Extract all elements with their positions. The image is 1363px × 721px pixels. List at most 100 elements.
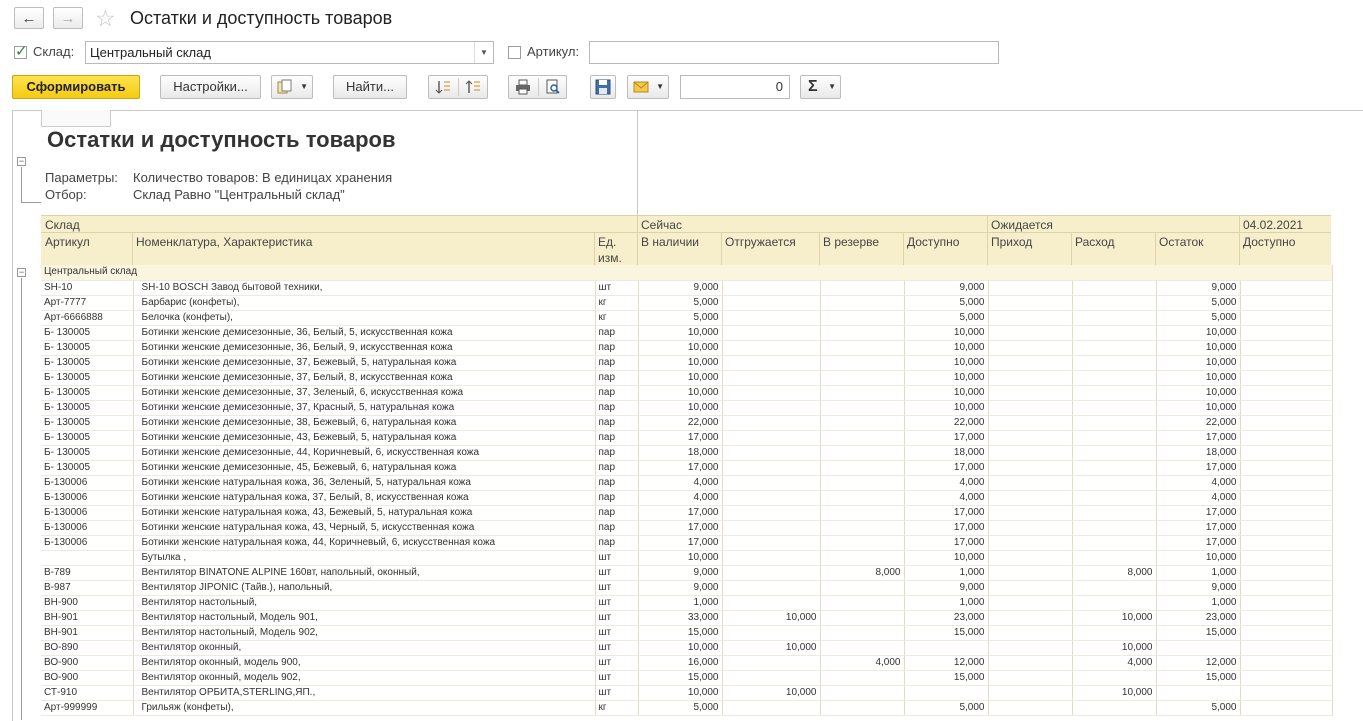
table-row[interactable]: Б- 130005 Ботинки женские демисезонные, 3…	[41, 400, 1333, 416]
cell-nomenclature: Ботинки женские демисезонные, 37, Красны…	[133, 400, 596, 416]
table-row[interactable]: SH-10 SH-10 BOSCH Завод бытовой техники, ш…	[41, 280, 1333, 296]
table-row[interactable]: ВН-900 Вентилятор настольный, шт 1,000 1,000…	[41, 595, 1333, 611]
table-row[interactable]: Арт-7777 Барбарис (конфеты), кг 5,000 5,000 5…	[41, 295, 1333, 311]
col-expected: Ожидается	[991, 218, 1053, 232]
col-nomenclature: Номенклатура, Характеристика	[136, 235, 313, 249]
cell-income	[988, 325, 1073, 341]
forward-button[interactable]: →	[53, 7, 83, 29]
table-row[interactable]: Б- 130005 Ботинки женские демисезонные, 3…	[41, 340, 1333, 356]
copy-document-icon	[277, 79, 292, 94]
collapse-group-icon[interactable]: −	[17, 268, 26, 277]
cell-expense	[1072, 700, 1157, 716]
table-row[interactable]: Б-130006 Ботинки женские натуральная кожа…	[41, 535, 1333, 551]
cell-date-accessible	[1240, 430, 1333, 446]
article-field[interactable]	[589, 41, 999, 64]
table-row[interactable]: ВО-900 Вентилятор оконный, модель 900, шт 1…	[41, 655, 1333, 671]
cell-reserve	[820, 670, 905, 686]
table-row[interactable]: В-789 Вентилятор BINATONE ALPINE 160вт, н…	[41, 565, 1333, 581]
cell-article: Б- 130005	[41, 415, 134, 431]
cell-unit: пар	[595, 475, 639, 491]
article-checkbox[interactable]	[508, 46, 521, 59]
table-row[interactable]: Б- 130005 Ботинки женские демисезонные, 3…	[41, 355, 1333, 371]
table-row[interactable]: Б- 130005 Ботинки женские демисезонные, 3…	[41, 370, 1333, 386]
cell-nomenclature: Бутылка ,	[133, 550, 596, 566]
table-row[interactable]: Б- 130005 Ботинки женские демисезонные, 3…	[41, 415, 1333, 431]
header-vline	[819, 232, 820, 265]
cell-available-now: 1,000	[638, 595, 723, 611]
sum-value-field[interactable]: 0	[680, 75, 790, 99]
cell-expense	[1072, 505, 1157, 521]
table-row[interactable]: Б-130006 Ботинки женские натуральная кожа…	[41, 520, 1333, 536]
params-label: Параметры:	[45, 170, 118, 185]
cell-available-now: 5,000	[638, 700, 723, 716]
cell-reserve	[820, 400, 905, 416]
table-row[interactable]: Б-130006 Ботинки женские натуральная кожа…	[41, 505, 1333, 521]
cell-date-accessible	[1240, 340, 1333, 356]
cell-income	[988, 355, 1073, 371]
back-button[interactable]: ←	[14, 7, 44, 29]
col-article: Артикул	[45, 235, 90, 249]
group-row[interactable]: Центральный склад	[41, 265, 1333, 281]
cell-balance: 18,000	[1156, 445, 1241, 461]
table-row[interactable]: Б-130006 Ботинки женские натуральная кожа…	[41, 475, 1333, 491]
table-row[interactable]: Б- 130005 Ботинки женские демисезонные, 3…	[41, 385, 1333, 401]
save-button[interactable]	[590, 75, 616, 99]
table-row[interactable]: В-987 Вентилятор JIPONIC (Тайв.), напольн…	[41, 580, 1333, 596]
cell-date-accessible	[1240, 370, 1333, 386]
sort-ascending-icon[interactable]	[435, 79, 451, 95]
cell-nomenclature: Вентилятор ОРБИТА,STERLING,ЯП.,	[133, 685, 596, 701]
table-row[interactable]: Арт-999999 Грильяж (конфеты), кг 5,000 5,000…	[41, 700, 1333, 716]
sum-menu-button[interactable]: Σ ▼	[800, 75, 841, 99]
cell-reserve	[820, 355, 905, 371]
table-row[interactable]: Б-130006 Ботинки женские натуральная кожа…	[41, 490, 1333, 506]
cell-expense: 10,000	[1072, 640, 1157, 656]
cell-reserve	[820, 460, 905, 476]
cell-date-accessible	[1240, 325, 1333, 341]
cell-expense	[1072, 625, 1157, 641]
variants-menu-button[interactable]: ▼	[271, 75, 313, 99]
warehouse-checkbox[interactable]: ✓	[14, 43, 28, 60]
cell-shipping	[722, 700, 821, 716]
generate-button[interactable]: Сформировать	[12, 75, 140, 99]
table-row[interactable]: Б- 130005 Ботинки женские демисезонные, 4…	[41, 445, 1333, 461]
cell-article: Б- 130005	[41, 385, 134, 401]
cell-expense	[1072, 550, 1157, 566]
send-email-button[interactable]: ▼	[627, 75, 669, 99]
print-buttons[interactable]	[508, 75, 567, 99]
table-row[interactable]: СТ-910 Вентилятор ОРБИТА,STERLING,ЯП., шт 1…	[41, 685, 1333, 701]
warehouse-field[interactable]: Центральный склад ▼	[85, 41, 494, 64]
printer-icon[interactable]	[515, 79, 531, 95]
cell-date-accessible	[1240, 460, 1333, 476]
cell-balance: 15,000	[1156, 670, 1241, 686]
collapse-header-icon[interactable]: −	[17, 157, 26, 166]
cell-date-accessible	[1240, 475, 1333, 491]
table-row[interactable]: Б- 130005 Ботинки женские демисезонные, 4…	[41, 430, 1333, 446]
favorite-star-icon[interactable]: ☆	[95, 4, 116, 32]
table-row[interactable]: ВН-901 Вентилятор настольный, Модель 901,…	[41, 610, 1333, 626]
chevron-down-icon[interactable]: ▼	[474, 42, 493, 63]
cell-income	[988, 340, 1073, 356]
cell-unit: шт	[595, 640, 639, 656]
cell-article: Б- 130005	[41, 370, 134, 386]
cell-accessible: 5,000	[904, 295, 989, 311]
table-row[interactable]: Б- 130005 Ботинки женские демисезонные, 4…	[41, 460, 1333, 476]
col-shipping: Отгружается	[725, 235, 796, 249]
sort-descending-icon[interactable]	[465, 79, 481, 95]
cell-unit: пар	[595, 535, 639, 551]
print-preview-icon[interactable]	[545, 79, 561, 95]
cell-shipping: 10,000	[722, 640, 821, 656]
cell-nomenclature: Барбарис (конфеты),	[133, 295, 596, 311]
cell-shipping	[722, 460, 821, 476]
find-button[interactable]: Найти...	[333, 75, 407, 99]
report-header-divider	[637, 110, 638, 215]
table-row[interactable]: ВО-890 Вентилятор оконный, шт 10,000 10,000 1…	[41, 640, 1333, 656]
table-row[interactable]: ВН-901 Вентилятор настольный, Модель 902,…	[41, 625, 1333, 641]
cell-balance	[1156, 685, 1241, 701]
table-row[interactable]: Б- 130005 Ботинки женские демисезонные, 3…	[41, 325, 1333, 341]
cell-reserve	[820, 370, 905, 386]
settings-button[interactable]: Настройки...	[160, 75, 261, 99]
table-row[interactable]: Бутылка , шт 10,000 10,000 10,000	[41, 550, 1333, 566]
table-row[interactable]: ВО-900 Вентилятор оконный, модель 902, шт 1…	[41, 670, 1333, 686]
sort-group-buttons[interactable]	[428, 75, 488, 99]
table-row[interactable]: Арт-6666888 Белочка (конфеты), кг 5,000 5,00…	[41, 310, 1333, 326]
